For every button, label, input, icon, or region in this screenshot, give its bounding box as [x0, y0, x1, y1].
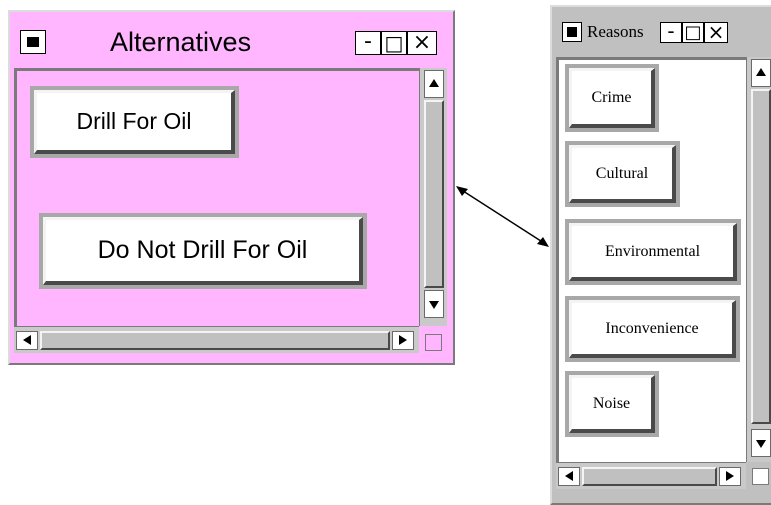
alternative-button-do-not-drill[interactable]: Do Not Drill For Oil: [43, 217, 363, 285]
alternatives-titlebar[interactable]: Alternatives - □ ×: [10, 12, 453, 68]
chevron-up-icon: [429, 79, 439, 87]
close-button[interactable]: ×: [407, 31, 437, 55]
scroll-down-button[interactable]: [424, 290, 444, 318]
reason-button-noise[interactable]: Noise: [569, 375, 655, 433]
alternatives-window: Alternatives - □ × Drill For Oil Do Not …: [8, 10, 455, 365]
window-menu-icon[interactable]: [20, 30, 46, 54]
scroll-up-button[interactable]: [751, 59, 771, 87]
reason-button-cultural[interactable]: Cultural: [569, 145, 676, 203]
chevron-right-icon: [726, 471, 734, 481]
scroll-thumb-horizontal[interactable]: [582, 467, 717, 486]
reasons-window: Reasons - □ × Crime Cultural Environment…: [550, 5, 771, 505]
vertical-scrollbar[interactable]: [419, 68, 447, 326]
scroll-up-button[interactable]: [424, 70, 444, 98]
vertical-scrollbar[interactable]: [746, 57, 771, 462]
minimize-button[interactable]: -: [660, 21, 682, 43]
reason-button-inconvenience[interactable]: Inconvenience: [569, 300, 736, 358]
window-title: Reasons: [587, 22, 644, 41]
reasons-content: Crime Cultural Environmental Inconvenien…: [556, 57, 746, 462]
alternative-button-drill[interactable]: Drill For Oil: [34, 90, 235, 154]
close-button[interactable]: ×: [704, 22, 728, 43]
minimize-button[interactable]: -: [355, 31, 381, 55]
chevron-down-icon: [756, 440, 766, 448]
chevron-left-icon: [565, 471, 573, 481]
horizontal-scrollbar[interactable]: [14, 326, 419, 353]
resize-corner[interactable]: [752, 468, 769, 485]
scroll-thumb-horizontal[interactable]: [40, 331, 390, 350]
reasons-titlebar[interactable]: Reasons - □ ×: [552, 7, 771, 57]
chevron-down-icon: [429, 301, 439, 309]
chevron-left-icon: [23, 335, 31, 345]
maximize-button[interactable]: □: [381, 31, 407, 55]
window-title: Alternatives: [110, 27, 252, 57]
scroll-down-button[interactable]: [751, 429, 771, 457]
resize-corner[interactable]: [425, 334, 442, 351]
scroll-thumb[interactable]: [751, 89, 771, 424]
chevron-up-icon: [756, 68, 766, 76]
maximize-button[interactable]: □: [682, 22, 704, 43]
reason-button-crime[interactable]: Crime: [569, 68, 655, 128]
scroll-right-button[interactable]: [719, 467, 741, 486]
double-headed-arrow-icon: [456, 186, 549, 247]
alternatives-content: Drill For Oil Do Not Drill For Oil: [14, 68, 419, 326]
scroll-thumb[interactable]: [424, 100, 444, 288]
scroll-right-button[interactable]: [392, 331, 414, 350]
reason-button-environmental[interactable]: Environmental: [569, 223, 737, 281]
scroll-left-button[interactable]: [16, 331, 38, 350]
chevron-right-icon: [399, 335, 407, 345]
horizontal-scrollbar[interactable]: [556, 462, 746, 489]
window-menu-icon[interactable]: [562, 22, 582, 42]
scroll-left-button[interactable]: [558, 467, 580, 486]
